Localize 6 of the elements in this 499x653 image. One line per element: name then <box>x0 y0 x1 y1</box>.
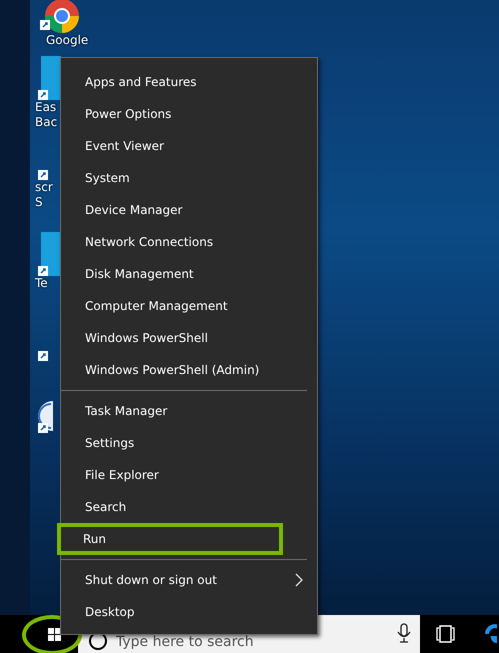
icon-label: scr <box>35 180 53 195</box>
icon-label: Eas <box>35 100 56 115</box>
icon-label: Te <box>35 276 48 291</box>
icon-label: S <box>35 195 43 210</box>
icon-label: Google <box>45 33 88 48</box>
icon-label: Bac <box>35 115 58 130</box>
